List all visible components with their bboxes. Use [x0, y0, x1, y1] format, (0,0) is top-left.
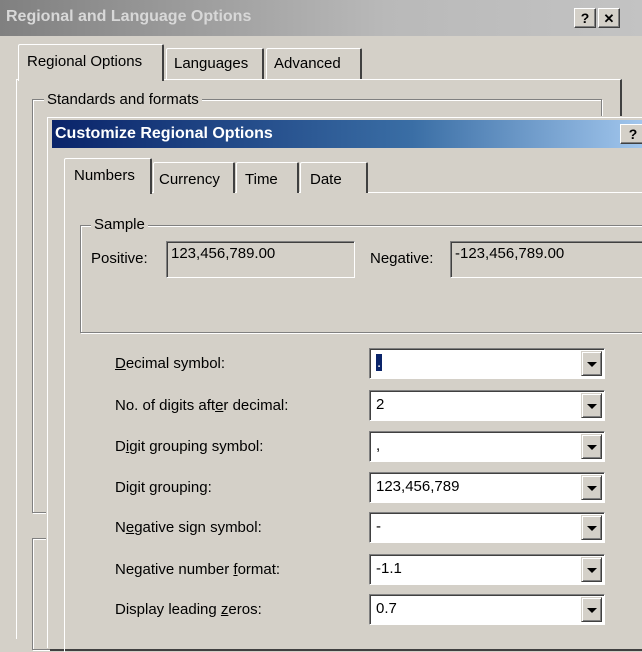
outer-close-button[interactable]: ✕	[598, 8, 620, 28]
digit-grouping-label: Digit grouping:	[115, 479, 212, 496]
tab-languages[interactable]: Languages	[166, 48, 264, 79]
digit-grouping-symbol-label: Digit grouping symbol:	[115, 438, 264, 455]
selected-value: -1.1	[376, 560, 402, 577]
chevron-down-icon[interactable]	[581, 475, 602, 500]
chevron-down-icon[interactable]	[581, 434, 602, 459]
dialog-titlebar[interactable]: Customize Regional Options	[52, 120, 642, 148]
tab-label: Languages	[174, 55, 249, 72]
display-leading-zeros-select[interactable]: 0.7	[369, 594, 605, 625]
display-leading-zeros-label: Display leading zeros:	[115, 601, 262, 618]
negative-sample-field: -123,456,789.00	[450, 241, 642, 278]
tab-label: Regional Options	[27, 53, 143, 70]
chevron-down-icon[interactable]	[581, 557, 602, 582]
outer-window-title: Regional and Language Options	[6, 8, 252, 25]
tab-label: Date	[310, 171, 342, 188]
tab-regional-options[interactable]: Regional Options	[18, 44, 164, 81]
standards-group-title: Standards and formats	[44, 91, 202, 108]
tab-advanced[interactable]: Advanced	[266, 48, 362, 79]
tab-label: Advanced	[274, 55, 341, 72]
negative-sign-symbol-select[interactable]: -	[369, 512, 605, 543]
dialog-help-button[interactable]: ?	[620, 124, 642, 144]
negative-sign-symbol-label: Negative sign symbol:	[115, 519, 262, 536]
positive-label: Positive:	[91, 250, 148, 267]
outer-help-button[interactable]: ?	[574, 8, 596, 28]
negative-number-format-label: Negative number format:	[115, 561, 281, 578]
tab-label: Numbers	[74, 167, 135, 184]
selected-value: 123,456,789	[376, 478, 460, 495]
tab-label: Time	[245, 171, 278, 188]
decimal-symbol-select[interactable]: .	[369, 348, 605, 379]
chevron-down-icon[interactable]	[581, 393, 602, 418]
selected-value: ,	[376, 437, 381, 454]
digits-after-decimal-select[interactable]: 2	[369, 390, 605, 421]
chevron-down-icon[interactable]	[581, 597, 602, 622]
positive-sample-field: 123,456,789.00	[166, 241, 355, 278]
tab-time[interactable]: Time	[236, 162, 299, 193]
sample-group-title: Sample	[91, 216, 148, 233]
selected-value: -	[376, 518, 381, 535]
selected-value: 0.7	[376, 600, 397, 617]
chevron-down-icon[interactable]	[581, 351, 602, 376]
negative-label: Negative:	[370, 250, 434, 267]
negative-number-format-select[interactable]: -1.1	[369, 554, 605, 585]
tab-numbers[interactable]: Numbers	[64, 158, 152, 194]
selected-value: .	[376, 354, 383, 371]
digit-grouping-select[interactable]: 123,456,789	[369, 472, 605, 503]
dialog-title: Customize Regional Options	[55, 125, 273, 142]
selected-value: 2	[376, 396, 385, 413]
chevron-down-icon[interactable]	[581, 515, 602, 540]
outer-window-titlebar[interactable]: Regional and Language Options ? ✕	[0, 0, 642, 36]
tab-currency[interactable]: Currency	[153, 162, 235, 193]
decimal-symbol-label: Decimal symbol:	[115, 355, 226, 372]
tab-date[interactable]: Date	[300, 162, 368, 193]
digits-after-decimal-label: No. of digits after decimal:	[115, 397, 289, 414]
tab-label: Currency	[159, 171, 220, 188]
digit-grouping-symbol-select[interactable]: ,	[369, 431, 605, 462]
